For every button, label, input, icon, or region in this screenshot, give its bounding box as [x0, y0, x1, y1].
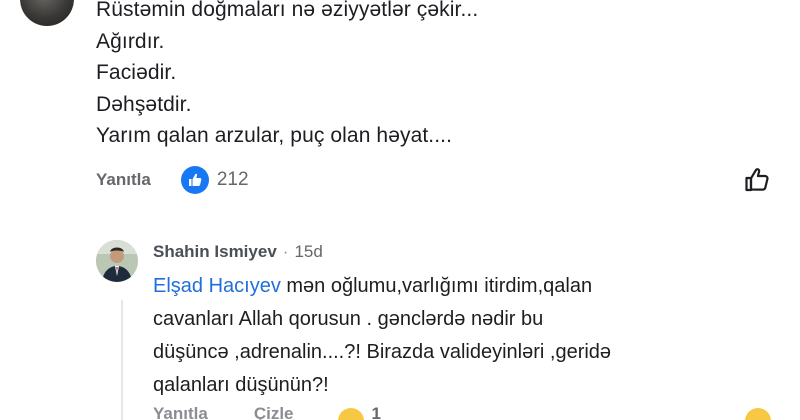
reply-button[interactable]: Yanıtla [96, 170, 151, 190]
reply-header: Shahin Ismiyev · 15d [153, 240, 323, 264]
commenter-avatar[interactable] [20, 0, 74, 26]
separator-dot: · [282, 242, 289, 261]
reply-line: Elşad Hacıyev mən oğlumu,varlığımı itird… [153, 270, 773, 303]
comment-line: Yarım qalan arzular, puç olan həyat.... [96, 124, 453, 147]
reply-body: Elşad Hacıyev mən oğlumu,varlığımı itird… [153, 270, 773, 402]
reply-button[interactable]: Yanıtla [153, 404, 208, 420]
like-icon[interactable] [180, 166, 209, 194]
comment-line: Dəhşətdir. [96, 92, 192, 116]
main-comment-actions: Yanıtla 212 [96, 166, 776, 194]
comment-line: Faciədir. [96, 61, 177, 84]
comment-line: Ağırdır. [96, 29, 165, 53]
reply-line: düşüncə ,adrenalin....?! Birazda validey… [153, 341, 612, 363]
comment-thread: Rüstəmin doğmaları nə əziyyətlər çəkir..… [0, 0, 800, 420]
thread-connector [121, 300, 123, 420]
reply-author-name[interactable]: Shahin Ismiyev [153, 242, 277, 262]
react-emoji-icon[interactable] [745, 408, 771, 420]
mention-link[interactable]: Elşad Hacıyev [153, 275, 281, 297]
thumbs-up-outline-icon[interactable] [741, 164, 773, 196]
reply-text: mən oğlumu,varlığımı itirdim,qalan [280, 275, 593, 297]
reply-author-avatar[interactable] [96, 240, 138, 282]
hide-button[interactable]: Çizle [254, 404, 294, 420]
reply-reaction-count: 1 [371, 404, 381, 420]
main-comment-body: Rüstəmin doğmaları nə əziyyətlər çəkir..… [96, 0, 716, 152]
comment-line: Rüstəmin doğmaları nə əziyyətlər çəkir..… [96, 0, 479, 21]
reaction-emoji-icon [337, 408, 364, 420]
reaction-count: 212 [216, 169, 249, 190]
reply-line: cavanları Allah qorusun . gənclərdə nədi… [153, 308, 544, 330]
reply-line: qalanları düşünün?! [153, 374, 329, 396]
reply-timestamp[interactable]: 15d [294, 242, 322, 262]
reply-actions: Yanıtla Çizle 1 [153, 404, 793, 420]
